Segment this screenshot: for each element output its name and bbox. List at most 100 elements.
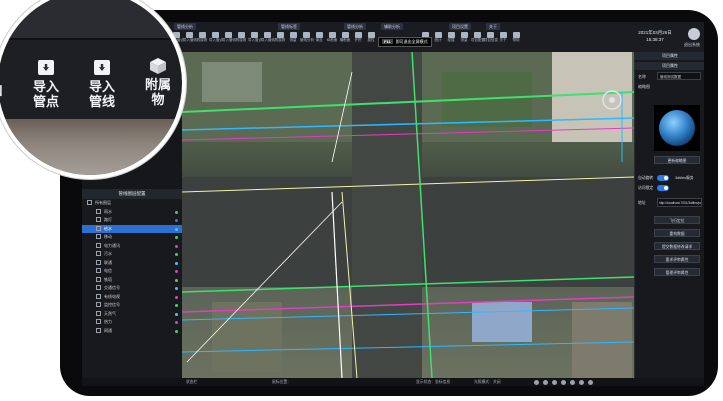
rebuild-data-button[interactable]: 重构数据 (654, 229, 700, 237)
panel-header: 项目属性 (635, 52, 704, 60)
map-viewport[interactable] (182, 52, 634, 378)
name-field[interactable]: 管线测试数据 (657, 72, 701, 80)
checkbox[interactable] (96, 208, 101, 214)
checkbox[interactable] (96, 268, 101, 274)
fullscreen-hint-text: 即可退出全屏模式 (395, 39, 428, 44)
layer-item[interactable]: 热力 (82, 318, 182, 327)
checkbox[interactable] (96, 293, 101, 299)
tool-project-info[interactable]: 项目信息 (484, 32, 498, 50)
toolbar-group-label: 辅助分析 (381, 23, 403, 30)
globe-icon[interactable] (570, 379, 575, 385)
layer-item[interactable]: 所有图层 (82, 199, 182, 208)
tool-accessory[interactable]: 附属物 (235, 32, 247, 50)
layer-item[interactable]: 联通 (82, 259, 182, 268)
tool-statistics[interactable]: 统计 (432, 32, 444, 50)
layer-item[interactable]: 铁塔 (82, 276, 182, 285)
tool-measure[interactable]: 测量 (287, 32, 299, 50)
checkbox[interactable] (96, 310, 101, 316)
camera-icon[interactable] (561, 379, 566, 385)
checkbox[interactable] (96, 319, 101, 325)
fly-to-button[interactable]: 飞行定位 (654, 216, 700, 224)
access-limit-toggle[interactable] (657, 185, 669, 191)
magnified-fragment: 加 (0, 83, 14, 98)
mouse-position: 鼠标位置： (272, 380, 291, 384)
layer-item[interactable]: 污水 (82, 250, 182, 259)
layer-item[interactable]: 雨水 (82, 208, 182, 217)
light-mode: 光照模式：关闭 (474, 380, 501, 384)
tool-about[interactable]: 关于 (497, 32, 509, 50)
submit-change-button[interactable]: 提交数据修改请求 (654, 242, 700, 250)
tool-accessory[interactable]: 附属物 (196, 32, 208, 50)
url-label: 地址 (638, 201, 646, 205)
tool-project-config[interactable]: 项目配置 (471, 32, 485, 50)
layer-item[interactable]: 有线电视 (82, 293, 182, 302)
tool-import-line[interactable]: 导入管线 (183, 32, 197, 50)
tool-cross-section[interactable]: 横断面 (339, 32, 351, 50)
avatar[interactable] (688, 28, 700, 40)
checkbox[interactable] (96, 285, 101, 291)
magnified-tool-import-point[interactable]: 导入管点 (28, 60, 64, 109)
checkbox[interactable] (87, 200, 92, 206)
layer-item[interactable]: 交通信号 (82, 284, 182, 293)
tool-collision[interactable]: 碰撞 (445, 32, 457, 50)
map-canvas (182, 52, 634, 378)
sun-icon[interactable] (543, 379, 548, 385)
checkbox[interactable] (96, 225, 101, 231)
magnified-map (0, 119, 182, 175)
layer-item[interactable]: 监控信号 (82, 301, 182, 310)
auto-rotate-label: 自动旋转 (638, 176, 654, 180)
magnified-tool-import-line[interactable]: 导入管线 (84, 60, 120, 109)
url-field[interactable]: http://localhost:7001/3dtiles/pdx1 (657, 198, 702, 207)
toolbar-group-label: 管线分析 (344, 23, 366, 30)
layer-item-selected[interactable]: 给水 (82, 224, 182, 233)
checkbox[interactable] (96, 276, 101, 282)
layers-icon[interactable] (552, 379, 557, 385)
cube-icon (150, 58, 166, 74)
tool-flood[interactable]: 淹没 (313, 32, 325, 50)
layer-color-dot (175, 321, 178, 324)
tool-property[interactable]: 属性 (365, 32, 377, 50)
checkbox[interactable] (96, 217, 101, 223)
fullscreen-icon[interactable] (588, 379, 593, 385)
project-properties-panel: 项目属性 项目属性 名称 管线测试数据 缩略图 更新缩略图 自动旋转 3dtil… (634, 52, 704, 378)
manage-review-button[interactable]: 管理评审属性 (654, 268, 700, 276)
checkbox[interactable] (96, 302, 101, 308)
toolbar-group-label: 项目设置 (449, 23, 471, 30)
import-icon (94, 60, 110, 75)
logout-link[interactable]: 退出系统 (684, 42, 700, 48)
compass-icon[interactable] (534, 379, 539, 385)
layer-color-dot (175, 270, 178, 273)
tool-import-point[interactable]: 导入管点 (248, 32, 262, 50)
checkbox[interactable] (96, 259, 101, 265)
auto-rotate-toggle[interactable] (657, 175, 669, 181)
layer-item[interactable]: 移动 (82, 233, 182, 242)
layer-item[interactable]: 网通 (82, 327, 182, 336)
tool-accessory[interactable]: 附属物 (274, 32, 286, 50)
magnifier-callout: 加 导入管点 导入管线 附属物 (0, 0, 186, 179)
layer-item[interactable]: 天然气 (82, 310, 182, 319)
review-property-button[interactable]: 要求评审属性 (654, 255, 700, 263)
tool-help[interactable]: 帮助 (510, 32, 522, 50)
tool-import-line[interactable]: 导入管线 (222, 32, 236, 50)
checkbox[interactable] (96, 251, 101, 257)
checkbox[interactable] (96, 327, 101, 333)
tool-pipe-analysis[interactable]: 管线分析 (300, 32, 314, 50)
thumbnail-image (654, 105, 700, 151)
layer-item[interactable]: 电信 (82, 267, 182, 276)
update-thumbnail-button[interactable]: 更新缩略图 (654, 156, 700, 164)
tool-import-point[interactable]: 导入管点 (209, 32, 223, 50)
layer-item[interactable]: 路灯 (82, 216, 182, 225)
magnified-separator (0, 38, 182, 40)
magnified-tool-accessory[interactable]: 附属物 (140, 57, 176, 107)
tool-profile[interactable]: 纵断面 (326, 32, 338, 50)
fullscreen-hint: F11 即可退出全屏模式 (378, 37, 432, 47)
gear-icon[interactable] (579, 379, 584, 385)
panel-subheader: 项目属性 (635, 62, 704, 70)
tool-excavate[interactable]: 开挖 (352, 32, 364, 50)
tool-measure[interactable]: 测量 (458, 32, 470, 50)
checkbox[interactable] (96, 234, 101, 240)
thumbnail-row: 缩略图 (635, 82, 704, 92)
layer-item[interactable]: 电力通讯 (82, 242, 182, 251)
checkbox[interactable] (96, 242, 101, 248)
tool-import-line[interactable]: 导入管线 (261, 32, 275, 50)
